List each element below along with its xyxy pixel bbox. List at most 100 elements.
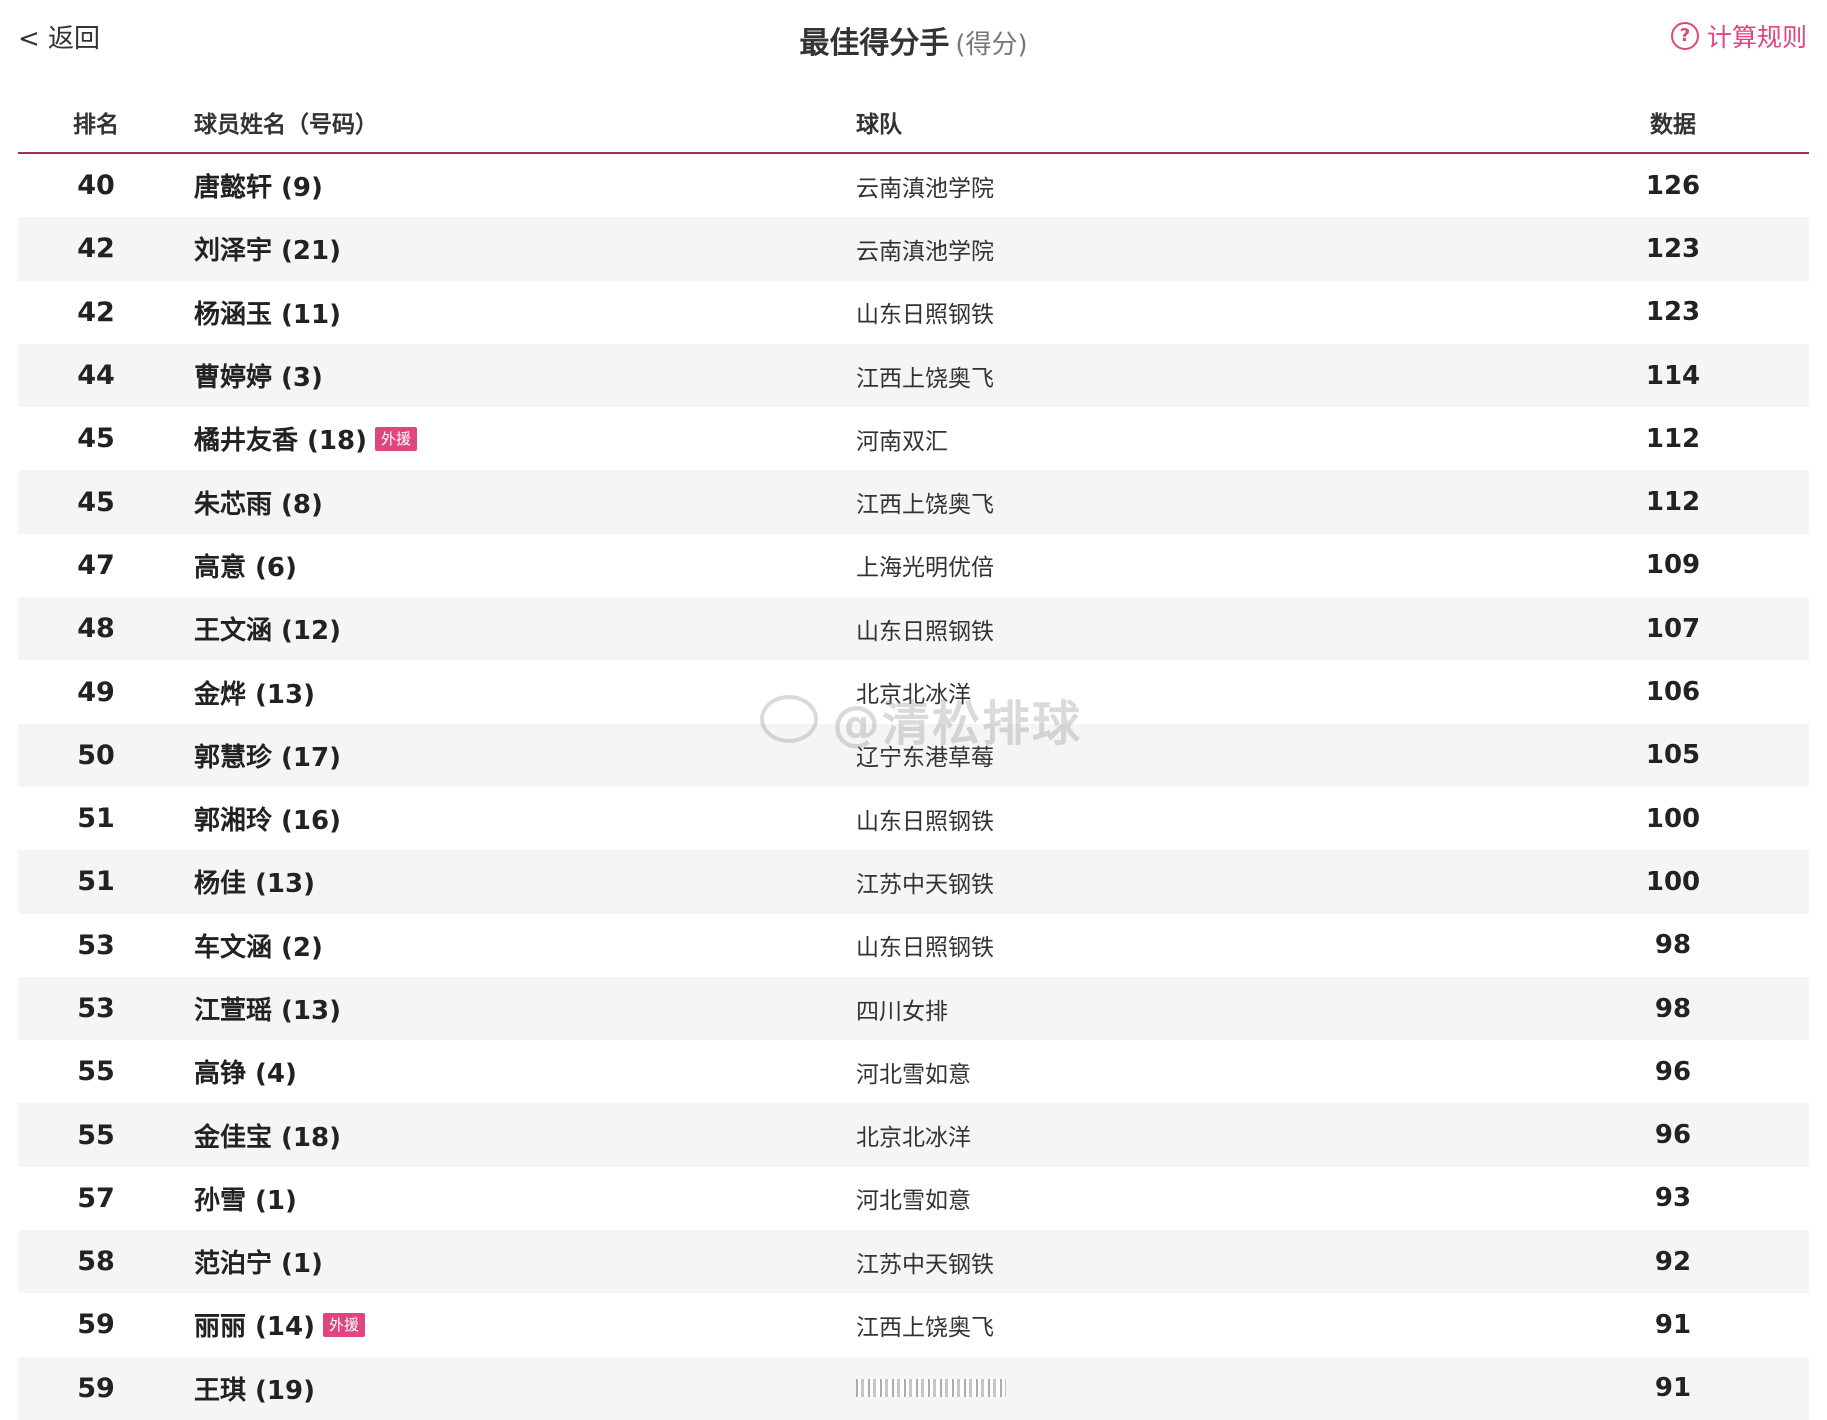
rank-cell: 59 <box>77 1309 115 1341</box>
player-name: 高铮 (4) <box>194 1059 297 1090</box>
data-cell: 112 <box>1645 487 1701 518</box>
player-name-cell: 金烨 (13) <box>194 660 315 723</box>
team-cell: 上海光明优倍 <box>856 555 994 582</box>
player-name: 唐懿轩 (9) <box>194 173 323 204</box>
table-row[interactable]: 51 杨佳 (13) 江苏中天钢铁 100 <box>18 850 1809 914</box>
table-row[interactable]: 57 孙雪 (1) 河北雪如意 93 <box>18 1167 1809 1230</box>
data-cell: 96 <box>1654 1056 1692 1087</box>
team-cell: 北京北冰洋 <box>856 682 971 709</box>
data-cell: 100 <box>1645 803 1701 834</box>
player-name-cell: 范泊宁 (1) <box>194 1230 323 1293</box>
table-row[interactable]: 59 王琪 (19) 91 <box>18 1356 1809 1420</box>
column-header-team: 球队 <box>856 112 902 138</box>
team-cell: 河南双汇 <box>856 428 948 455</box>
rank-cell: 59 <box>77 1372 115 1404</box>
player-name-cell: 郭慧珍 (17) <box>194 724 341 787</box>
player-name: 郭湘玲 (16) <box>194 806 341 837</box>
table-row[interactable]: 53 车文涵 (2) 山东日照钢铁 98 <box>18 914 1809 977</box>
team-cell: 辽宁东港草莓 <box>856 745 994 772</box>
player-name-cell: 江萱瑶 (13) <box>194 977 341 1040</box>
rank-cell: 51 <box>77 866 115 898</box>
rank-cell: 47 <box>77 549 115 581</box>
table-row[interactable]: 42 刘泽宇 (21) 云南滇池学院 123 <box>18 217 1809 281</box>
rules-label: 计算规则 <box>1706 23 1807 52</box>
rules-link[interactable]: ? 计算规则 <box>1670 18 1807 54</box>
team-cell: 河北雪如意 <box>856 1188 971 1215</box>
table-row[interactable]: 58 范泊宁 (1) 江苏中天钢铁 92 <box>18 1230 1809 1294</box>
page-title: 最佳得分手 (得分) <box>0 18 1827 62</box>
data-cell: 106 <box>1645 677 1701 708</box>
player-name-cell: 杨涵玉 (11) <box>194 281 341 344</box>
rank-cell: 49 <box>77 676 115 708</box>
column-header-data: 数据 <box>1650 112 1696 138</box>
table-row[interactable]: 45 朱芯雨 (8) 江西上饶奥飞 112 <box>18 470 1809 534</box>
player-name-cell: 朱芯雨 (8) <box>194 470 323 533</box>
player-name-cell: 刘泽宇 (21) <box>194 217 341 280</box>
rank-cell: 55 <box>77 1056 115 1088</box>
table-row[interactable]: 47 高意 (6) 上海光明优倍 109 <box>18 534 1809 597</box>
player-name-cell: 金佳宝 (18) <box>194 1103 341 1166</box>
team-cell: 山东日照钢铁 <box>856 935 994 962</box>
team-cell: 山东日照钢铁 <box>856 808 994 835</box>
top-bar: < 返回 最佳得分手 (得分) ? 计算规则 <box>0 0 1827 80</box>
player-name: 金佳宝 (18) <box>194 1122 341 1153</box>
data-cell: 112 <box>1645 423 1701 454</box>
table-row[interactable]: 55 高铮 (4) 河北雪如意 96 <box>18 1040 1809 1103</box>
redacted-team <box>856 1379 1006 1398</box>
table-row[interactable]: 45 橘井友香 (18) 外援 河南双汇 112 <box>18 407 1809 470</box>
data-cell: 126 <box>1645 170 1701 201</box>
player-name-cell: 高意 (6) <box>194 534 297 597</box>
player-name: 王琪 (19) <box>194 1375 315 1406</box>
title-subtitle: (得分) <box>955 30 1028 60</box>
rank-cell: 57 <box>77 1182 115 1214</box>
team-cell: 江西上饶奥飞 <box>856 365 994 392</box>
data-cell: 109 <box>1645 550 1701 581</box>
rank-cell: 45 <box>77 486 115 518</box>
data-cell: 100 <box>1645 866 1701 897</box>
table-row[interactable]: 55 金佳宝 (18) 北京北冰洋 96 <box>18 1103 1809 1167</box>
player-name: 橘井友香 (18) <box>194 426 367 457</box>
table-row[interactable]: 42 杨涵玉 (11) 山东日照钢铁 123 <box>18 281 1809 344</box>
team-cell: 江西上饶奥飞 <box>856 492 994 519</box>
table-row[interactable]: 44 曹婷婷 (3) 江西上饶奥飞 114 <box>18 343 1809 408</box>
rank-cell: 42 <box>77 233 115 265</box>
rank-cell: 50 <box>77 739 115 771</box>
team-cell: 河北雪如意 <box>856 1061 971 1088</box>
player-name: 江萱瑶 (13) <box>194 996 341 1026</box>
data-cell: 123 <box>1645 233 1701 264</box>
table-row[interactable]: 51 郭湘玲 (16) 山东日照钢铁 100 <box>18 787 1809 850</box>
table-row[interactable]: 59 丽丽 (14) 外援 江西上饶奥飞 91 <box>18 1293 1809 1356</box>
player-name-cell: 郭湘玲 (16) <box>194 787 341 850</box>
table-row[interactable]: 53 江萱瑶 (13) 四川女排 98 <box>18 976 1809 1041</box>
player-name: 郭慧珍 (17) <box>194 742 341 773</box>
player-name-cell: 孙雪 (1) <box>194 1167 297 1230</box>
player-name-cell: 唐懿轩 (9) <box>194 154 323 217</box>
data-cell: 105 <box>1645 740 1701 771</box>
table-row[interactable]: 49 金烨 (13) 北京北冰洋 106 <box>18 660 1809 723</box>
team-cell: 江苏中天钢铁 <box>856 1251 994 1278</box>
title-text: 最佳得分手 <box>799 26 950 61</box>
player-name: 高意 (6) <box>194 552 297 583</box>
team-cell: 云南滇池学院 <box>856 175 994 202</box>
rank-cell: 51 <box>77 803 115 835</box>
rank-cell: 45 <box>77 423 115 455</box>
rank-cell: 55 <box>77 1119 115 1151</box>
player-name: 朱芯雨 (8) <box>194 489 323 520</box>
data-cell: 98 <box>1654 930 1692 961</box>
data-cell: 107 <box>1645 613 1701 644</box>
question-circle-icon: ? <box>1670 22 1699 50</box>
player-name: 王文涵 (12) <box>194 616 341 647</box>
player-name: 孙雪 (1) <box>194 1185 297 1216</box>
player-name-cell: 杨佳 (13) <box>194 850 315 913</box>
table-row[interactable]: 40 唐懿轩 (9) 云南滇池学院 126 <box>18 154 1809 217</box>
table-row[interactable]: 48 王文涵 (12) 山东日照钢铁 107 <box>18 597 1809 661</box>
player-name-cell: 高铮 (4) <box>194 1040 297 1103</box>
rank-cell: 40 <box>77 170 115 202</box>
rank-cell: 53 <box>77 929 115 961</box>
team-cell: 山东日照钢铁 <box>856 618 994 645</box>
team-cell: 山东日照钢铁 <box>856 302 994 329</box>
player-name: 曹婷婷 (3) <box>194 363 323 394</box>
data-cell: 114 <box>1645 360 1701 391</box>
table-row[interactable]: 50 郭慧珍 (17) 辽宁东港草莓 105 <box>18 723 1809 787</box>
player-name-cell: 车文涵 (2) <box>194 914 323 977</box>
